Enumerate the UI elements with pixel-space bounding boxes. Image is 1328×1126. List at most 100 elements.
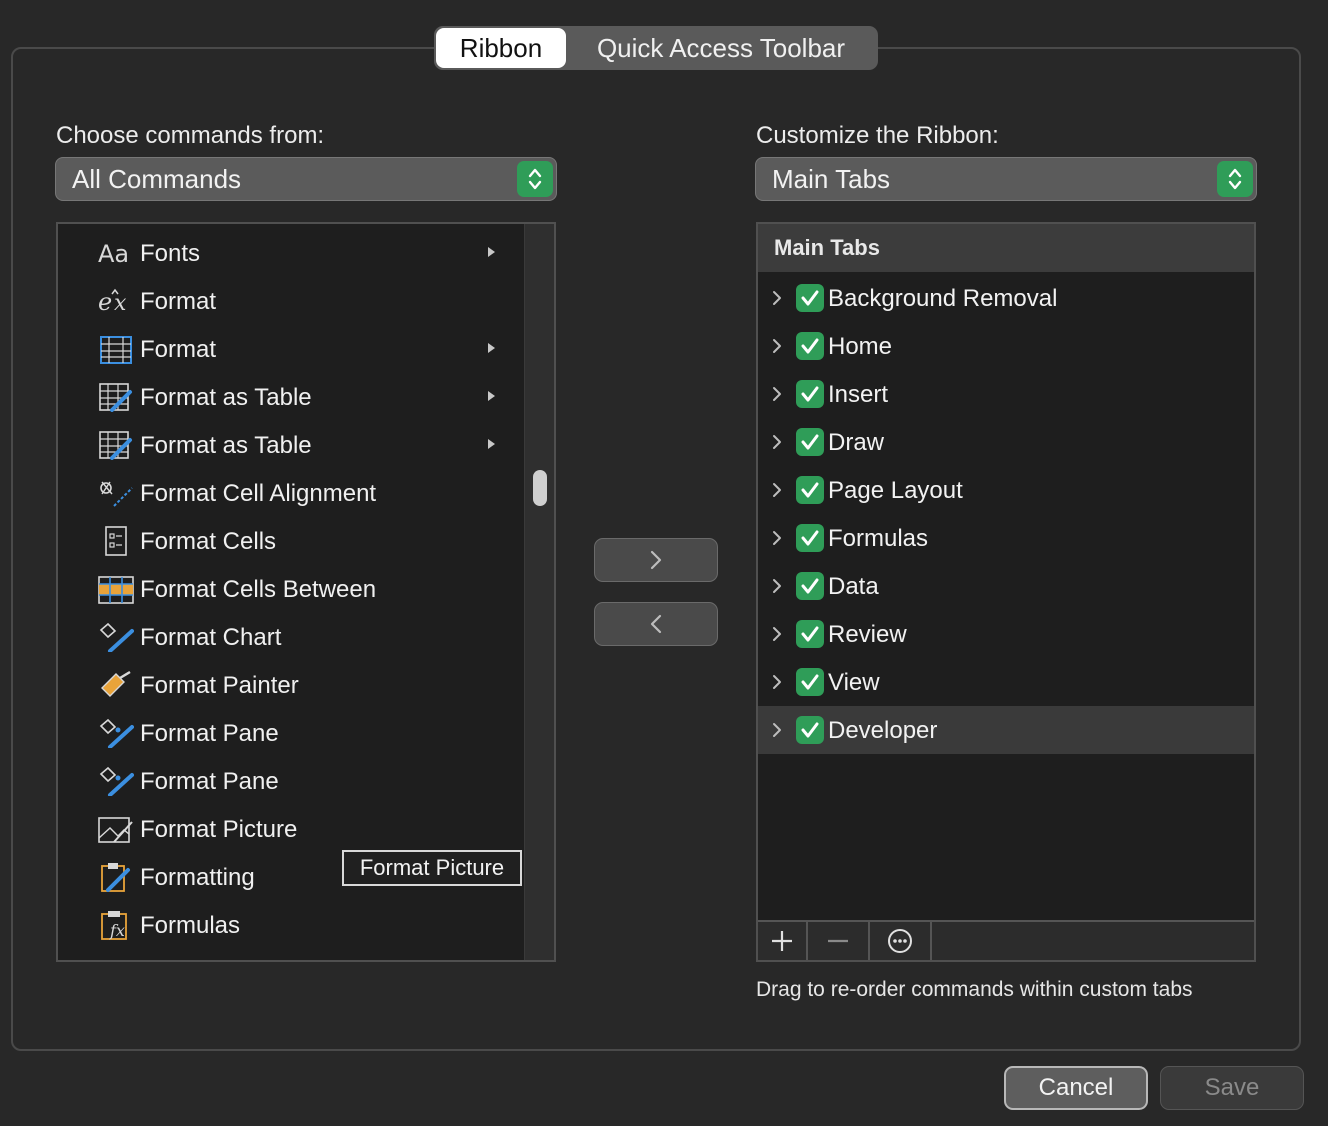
choose-commands-popup[interactable]: All Commands (55, 157, 557, 201)
remove-tab-button[interactable] (808, 922, 870, 960)
command-item[interactable]: Format Picture (58, 804, 524, 852)
command-item[interactable]: e x Format (58, 276, 524, 324)
more-options-button[interactable] (870, 922, 932, 960)
commands-scrollbar[interactable] (524, 224, 554, 960)
disclosure-chevron-icon[interactable] (770, 671, 784, 693)
tab-checkbox[interactable] (796, 380, 824, 408)
ribbon-tab-label: Draw (828, 429, 885, 456)
disclosure-chevron-icon[interactable] (770, 287, 784, 309)
format-equation-icon: ex (98, 286, 134, 316)
disclosure-chevron-icon[interactable] (770, 527, 784, 549)
disclosure-chevron-icon[interactable] (770, 383, 784, 405)
command-item-label: Formatting (140, 864, 255, 891)
disclosure-chevron-icon[interactable] (770, 479, 784, 501)
tab-checkbox[interactable] (796, 428, 824, 456)
submenu-arrow-icon (488, 391, 495, 401)
ribbon-tab-row[interactable]: Data (758, 562, 1254, 610)
add-to-ribbon-button[interactable] (594, 538, 718, 582)
ribbon-tab-label: Insert (828, 381, 889, 408)
disclosure-chevron-icon[interactable] (770, 335, 784, 357)
command-item[interactable]: Format Cells (58, 516, 524, 564)
command-item[interactable]: Format Painter (58, 660, 524, 708)
checkmark-icon (801, 482, 819, 498)
ribbon-tab-row[interactable]: Page Layout (758, 466, 1254, 514)
command-item-label: Formulas (140, 912, 241, 939)
plus-icon (772, 931, 792, 951)
ribbon-tabs-list[interactable]: Main Tabs Background Removal Home Insert Dr… (756, 222, 1256, 962)
command-item-label: Format Pane (140, 768, 279, 795)
ribbon-tab-row[interactable]: Insert (758, 370, 1254, 418)
command-item-label: Format (140, 288, 217, 315)
command-item[interactable]: Format Pane (58, 756, 524, 804)
tab-checkbox[interactable] (796, 284, 824, 312)
disclosure-chevron-icon[interactable] (770, 575, 784, 597)
popup-stepper-icon (517, 161, 553, 197)
tab-checkbox[interactable] (796, 332, 824, 360)
formatting-icon (98, 862, 134, 892)
tooltip: Format Picture (342, 850, 522, 886)
ribbon-tab-row[interactable]: Home (758, 322, 1254, 370)
format-cells-icon (98, 526, 134, 556)
command-item[interactable]: Format Cell Alignment (58, 468, 524, 516)
minus-icon (828, 939, 848, 943)
disclosure-chevron-icon[interactable] (770, 623, 784, 645)
command-item-label: Format Pane (140, 720, 279, 747)
disclosure-chevron-icon[interactable] (770, 719, 784, 741)
command-item-label: Fonts (140, 240, 201, 267)
ribbon-tab-label: Home (828, 333, 893, 360)
tab-checkbox[interactable] (796, 572, 824, 600)
ribbon-tab-row[interactable]: Background Removal (758, 274, 1254, 322)
ribbon-tab-row[interactable]: Formulas (758, 514, 1254, 562)
checkmark-icon (801, 722, 819, 738)
format-as-table-icon (98, 430, 134, 460)
format-cell-alignment-icon (98, 478, 134, 508)
command-item[interactable]: Format Cells Between (58, 564, 524, 612)
checkmark-icon (801, 386, 819, 402)
command-item[interactable]: Format Pane (58, 708, 524, 756)
ribbon-tab-label: Background Removal (828, 285, 1058, 312)
format-as-table-icon (98, 382, 134, 412)
command-item-label: Format Chart (140, 624, 282, 651)
ribbon-tab-label: Review (828, 621, 907, 648)
command-item-label: Format (140, 336, 217, 363)
ribbon-tab-row[interactable]: View (758, 658, 1254, 706)
disclosure-chevron-icon[interactable] (770, 431, 784, 453)
tab-checkbox[interactable] (796, 476, 824, 504)
ribbon-tab-label: Page Layout (828, 477, 963, 504)
tab-switcher: Ribbon Quick Access Toolbar (434, 26, 878, 70)
ribbon-tab-row[interactable]: Review (758, 610, 1254, 658)
checkmark-icon (801, 626, 819, 642)
ribbon-tab-label: View (828, 669, 880, 696)
ribbon-tab-row[interactable]: Developer (758, 706, 1254, 754)
commands-scroll-thumb[interactable] (533, 470, 547, 506)
tab-checkbox[interactable] (796, 524, 824, 552)
customize-ribbon-popup[interactable]: Main Tabs (755, 157, 1257, 201)
tab-checkbox[interactable] (796, 716, 824, 744)
save-button[interactable]: Save (1160, 1066, 1304, 1110)
command-item[interactable]: Aa Fonts (58, 228, 524, 276)
format-cells-between-icon (98, 574, 134, 604)
remove-from-ribbon-button[interactable] (594, 602, 718, 646)
command-item-label: Format as Table (140, 432, 312, 459)
command-item[interactable]: Format Chart (58, 612, 524, 660)
tab-checkbox[interactable] (796, 620, 824, 648)
command-item[interactable]: fx Formulas (58, 900, 524, 948)
add-tab-button[interactable] (758, 922, 808, 960)
cancel-button[interactable]: Cancel (1004, 1066, 1148, 1110)
command-item[interactable]: Format as Table (58, 420, 524, 468)
ribbon-tab-row[interactable]: Draw (758, 418, 1254, 466)
checkmark-icon (801, 530, 819, 546)
checkmark-icon (801, 578, 819, 594)
chevron-right-icon (650, 550, 662, 570)
command-item[interactable]: Format (58, 324, 524, 372)
tab-quick-access-toolbar[interactable]: Quick Access Toolbar (566, 28, 876, 68)
choose-commands-label: Choose commands from: (56, 122, 325, 149)
format-painter-icon (98, 670, 134, 700)
format-pane-icon (98, 766, 134, 797)
tab-checkbox[interactable] (796, 668, 824, 696)
popup-stepper-icon (1217, 161, 1253, 197)
command-item-label: Format Picture (140, 816, 298, 843)
command-item[interactable]: Format as Table (58, 372, 524, 420)
tab-ribbon[interactable]: Ribbon (436, 28, 566, 68)
svg-text:e: e (98, 288, 112, 316)
